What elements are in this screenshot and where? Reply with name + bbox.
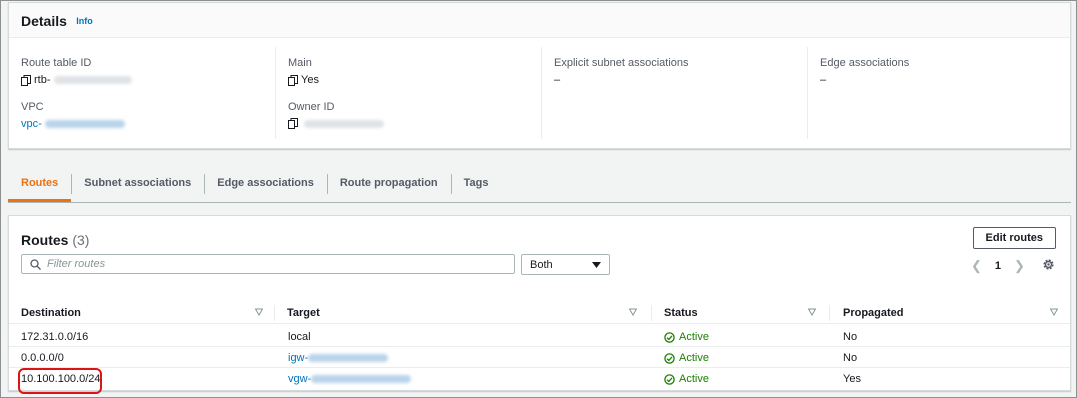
target-link[interactable]: vgw- — [288, 369, 412, 389]
owner-id-label: Owner ID — [288, 101, 335, 113]
details-header: Details Info — [9, 3, 1070, 38]
details-title: Details — [21, 13, 67, 29]
vpc-value[interactable]: vpc- — [21, 118, 42, 130]
current-page[interactable]: 1 — [995, 260, 1001, 272]
vpc-link[interactable]: vpc- — [21, 118, 125, 130]
caret-down-icon — [592, 261, 601, 268]
filter-routes-input[interactable]: Filter routes — [21, 254, 515, 274]
gear-icon[interactable] — [1042, 258, 1055, 271]
routes-title: Routes (3) — [21, 232, 89, 248]
copy-icon[interactable] — [288, 118, 298, 129]
destination-cell: 0.0.0.0/0 — [21, 352, 64, 364]
edit-routes-button[interactable]: Edit routes — [972, 227, 1056, 249]
redacted-text — [44, 120, 125, 128]
status-badge: Active — [664, 327, 709, 347]
status-check-icon — [664, 331, 675, 343]
table-row: 0.0.0.0/0 igw- Active No — [9, 348, 1070, 368]
explicit-subnet-field: Explicit subnet associations – — [554, 57, 689, 86]
explicit-subnet-label: Explicit subnet associations — [554, 57, 689, 69]
target-link[interactable]: igw- — [288, 348, 389, 368]
status-text: Active — [679, 352, 709, 364]
tab-route-propagation[interactable]: Route propagation — [326, 165, 451, 202]
details-column-4: Edge associations – — [807, 47, 1070, 139]
select-value: Both — [530, 258, 553, 271]
propagated-cell: No — [843, 352, 858, 364]
redacted-text — [308, 354, 389, 362]
sort-icon[interactable] — [629, 308, 637, 316]
pagination: ❮ 1 ❯ — [971, 258, 1025, 274]
redacted-text — [304, 119, 384, 128]
status-text: Active — [679, 331, 709, 343]
table-header: Destination Target Status Propagated — [9, 302, 1070, 324]
routes-title-text: Routes — [21, 232, 69, 248]
redacted-text — [311, 375, 412, 383]
column-propagated[interactable]: Propagated — [831, 302, 904, 324]
owner-id-field: Owner ID — [288, 101, 384, 129]
table-row: 172.31.0.0/16 local Active No — [9, 327, 1070, 347]
tab-edge-associations[interactable]: Edge associations — [204, 165, 327, 202]
details-column-1: Route table ID rtb- VPC vpc- — [9, 47, 274, 139]
edge-associations-field: Edge associations – — [820, 57, 909, 86]
target-link-text[interactable]: igw- — [288, 352, 308, 364]
status-badge: Active — [664, 348, 709, 368]
tab-bar: Routes Subnet associations Edge associat… — [8, 165, 1071, 203]
propagated-cell: No — [843, 331, 858, 343]
status-badge: Active — [664, 369, 709, 389]
search-icon — [30, 258, 41, 270]
routes-count: (3) — [72, 232, 90, 248]
chevron-left-icon[interactable]: ❮ — [971, 258, 982, 274]
highlight-annotation — [18, 368, 102, 394]
target-cell: local — [288, 331, 311, 343]
status-check-icon — [664, 352, 675, 364]
filter-routes-placeholder: Filter routes — [47, 258, 106, 270]
tab-tags[interactable]: Tags — [450, 165, 502, 202]
target-link-text[interactable]: vgw- — [288, 373, 311, 385]
edge-associations-value: – — [820, 74, 827, 86]
vpc-label: VPC — [21, 101, 44, 113]
details-panel: Details Info Route table ID rtb- VPC vpc… — [8, 2, 1071, 149]
status-text: Active — [679, 373, 709, 385]
explicit-subnet-value: – — [554, 74, 561, 86]
column-destination[interactable]: Destination — [9, 302, 81, 324]
copy-icon[interactable] — [288, 74, 298, 86]
destination-cell: 172.31.0.0/16 — [21, 331, 89, 343]
chevron-right-icon[interactable]: ❯ — [1014, 258, 1025, 274]
details-column-2: Main Yes Owner ID — [275, 47, 540, 139]
main-field: Main Yes — [288, 57, 319, 86]
status-check-icon — [664, 373, 675, 385]
route-table-id-field: Route table ID rtb- — [21, 57, 132, 86]
edge-associations-label: Edge associations — [820, 57, 910, 69]
details-column-3: Explicit subnet associations – — [541, 47, 806, 139]
route-table-id-value: rtb- — [34, 74, 51, 86]
propagated-cell: Yes — [843, 373, 861, 385]
tab-routes[interactable]: Routes — [8, 165, 72, 202]
column-status[interactable]: Status — [652, 302, 698, 324]
vpc-field: VPC vpc- — [21, 101, 125, 130]
sort-icon[interactable] — [255, 308, 263, 316]
sort-icon[interactable] — [1050, 308, 1058, 316]
redacted-text — [53, 76, 132, 84]
column-target[interactable]: Target — [275, 302, 320, 324]
sort-icon[interactable] — [808, 308, 816, 316]
propagation-filter-select[interactable]: Both — [521, 254, 610, 275]
table-row: 10.100.100.0/24 vgw- Active Yes — [9, 369, 1070, 389]
tab-subnet-associations[interactable]: Subnet associations — [71, 165, 204, 202]
info-link[interactable]: Info — [76, 16, 93, 26]
main-label: Main — [288, 57, 312, 69]
route-table-id-label: Route table ID — [21, 57, 92, 69]
main-value: Yes — [301, 74, 319, 86]
copy-icon[interactable] — [21, 74, 31, 86]
routes-panel: Routes (3) Edit routes Filter routes Bot… — [8, 215, 1071, 391]
